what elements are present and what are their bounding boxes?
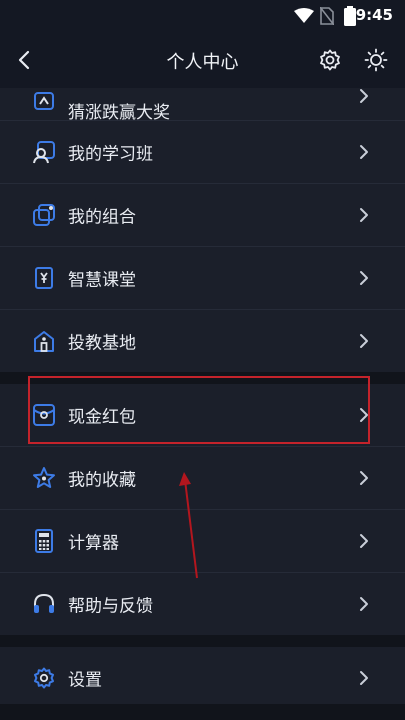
- menu-item-label: 现金红包: [68, 407, 136, 428]
- bottom-spacer: [0, 704, 405, 720]
- chevron-right-icon: [360, 597, 368, 611]
- section-divider: [0, 635, 405, 647]
- menu-item-label: 设置: [68, 670, 102, 691]
- menu-item-label: 计算器: [68, 533, 119, 554]
- page-header: 个人中心: [0, 32, 405, 88]
- menu-item-label: 智慧课堂: [68, 270, 136, 291]
- chevron-right-icon: [360, 145, 368, 159]
- sun-icon: [364, 48, 388, 72]
- study-class-icon: [33, 141, 55, 164]
- chevron-right-icon: [360, 671, 368, 685]
- cash-red-packet-icon: [33, 404, 55, 426]
- wifi-icon: [294, 8, 314, 23]
- star-icon: [33, 467, 55, 488]
- chevron-right-icon: [360, 208, 368, 222]
- menu-item-cash-red-packet[interactable]: 现金红包: [0, 384, 405, 447]
- portfolio-icon: [33, 204, 55, 226]
- section-divider: [0, 372, 405, 384]
- smart-classroom-icon: [35, 267, 53, 289]
- menu-item-guess-trend[interactable]: 猜涨跌赢大奖: [0, 88, 405, 123]
- theme-toggle-button[interactable]: [360, 44, 392, 76]
- chevron-right-icon: [360, 89, 368, 103]
- chevron-right-icon: [360, 408, 368, 422]
- menu-group-3: 设置: [0, 647, 405, 709]
- menu-item-smart-classroom[interactable]: 智慧课堂: [0, 247, 405, 310]
- no-sim-icon: [320, 7, 334, 25]
- battery-icon: [344, 6, 356, 26]
- settings-button[interactable]: [314, 44, 346, 76]
- status-time: 9:45: [355, 6, 393, 24]
- menu-item-label: 我的收藏: [68, 470, 136, 491]
- gear-icon: [34, 667, 54, 689]
- menu-item-portfolio[interactable]: 我的组合: [0, 184, 405, 247]
- menu-item-label: 我的组合: [68, 207, 136, 228]
- gear-icon: [320, 49, 340, 71]
- menu-item-study-class[interactable]: 我的学习班: [0, 121, 405, 184]
- chevron-right-icon: [360, 271, 368, 285]
- education-base-icon: [34, 331, 54, 352]
- menu-item-label: 投教基地: [68, 333, 136, 354]
- chevron-right-icon: [360, 471, 368, 485]
- trend-badge-icon: [34, 92, 54, 110]
- status-bar: 9:45: [0, 0, 405, 32]
- menu-item-label: 帮助与反馈: [68, 596, 153, 617]
- chevron-right-icon: [360, 534, 368, 548]
- menu-item-settings[interactable]: 设置: [0, 647, 405, 709]
- menu-group-1: 猜涨跌赢大奖 我的学习班 我的组合 智慧课堂 投教基地: [0, 88, 405, 372]
- calculator-icon: [35, 529, 53, 553]
- menu-item-help-feedback[interactable]: 帮助与反馈: [0, 573, 405, 635]
- menu-item-education-base[interactable]: 投教基地: [0, 310, 405, 372]
- chevron-right-icon: [360, 334, 368, 348]
- menu-list: 猜涨跌赢大奖 我的学习班 我的组合 智慧课堂 投教基地 现金红包 我的收藏 计算…: [0, 88, 405, 709]
- menu-item-label: 我的学习班: [68, 144, 153, 165]
- annotation-arrow-icon: [179, 472, 198, 579]
- headset-icon: [34, 593, 54, 613]
- menu-item-label: 猜涨跌赢大奖: [68, 103, 170, 123]
